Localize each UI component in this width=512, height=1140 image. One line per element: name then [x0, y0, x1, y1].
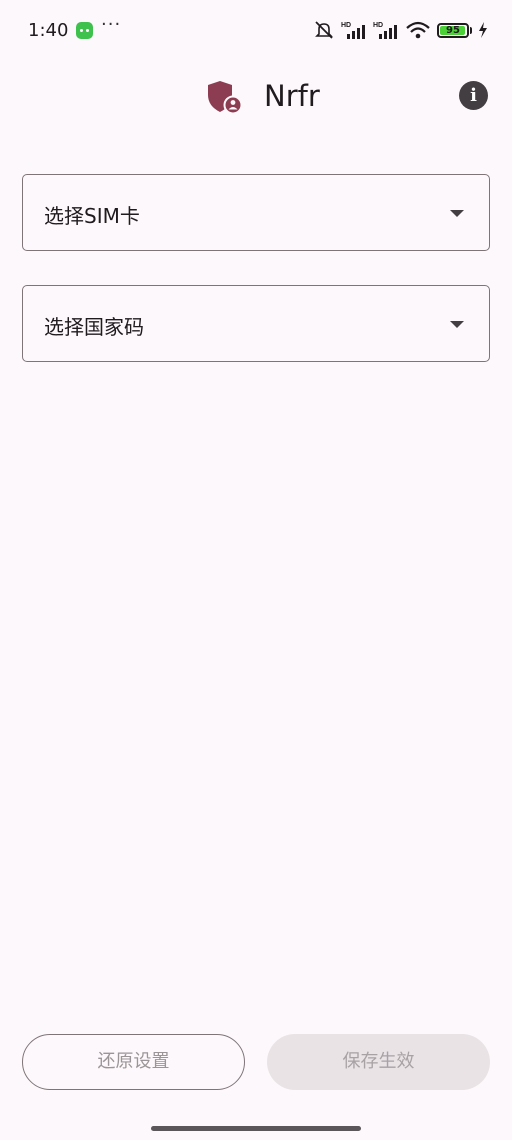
- signal-hd-icon: HD: [373, 22, 397, 39]
- battery-percent: 95: [446, 24, 460, 36]
- info-icon[interactable]: i: [459, 81, 488, 110]
- app-bar: Nrfr i: [0, 62, 512, 130]
- mute-icon: [315, 21, 333, 39]
- home-indicator[interactable]: [151, 1126, 361, 1131]
- country-code-select-label: 选择国家码: [44, 315, 144, 339]
- sim-card-select[interactable]: 选择SIM卡: [22, 174, 490, 251]
- dropdown-arrow-icon: [450, 210, 464, 217]
- app-title: Nrfr: [264, 79, 320, 113]
- status-time: 1:40: [28, 20, 69, 41]
- dropdown-arrow-icon: [450, 321, 464, 328]
- country-code-select[interactable]: 选择国家码: [22, 285, 490, 362]
- svg-text:HD: HD: [341, 22, 351, 29]
- battery-cap: [470, 26, 472, 34]
- shield-user-icon: [208, 81, 242, 114]
- status-icons: HD HD 95: [313, 20, 488, 40]
- reset-settings-button[interactable]: 还原设置: [22, 1034, 245, 1090]
- battery-icon: 95: [437, 22, 469, 38]
- save-apply-button[interactable]: 保存生效: [267, 1034, 490, 1090]
- app-notification-icon: [76, 22, 93, 39]
- signal-hd-icon: HD: [341, 22, 365, 39]
- charging-icon: [479, 22, 487, 38]
- sim-card-select-label: 选择SIM卡: [44, 204, 140, 228]
- status-bar: 1:40 ··· HD HD 95: [0, 0, 512, 62]
- svg-text:HD: HD: [373, 22, 383, 29]
- wifi-icon: [406, 21, 430, 39]
- more-notifications-icon: ···: [101, 14, 122, 35]
